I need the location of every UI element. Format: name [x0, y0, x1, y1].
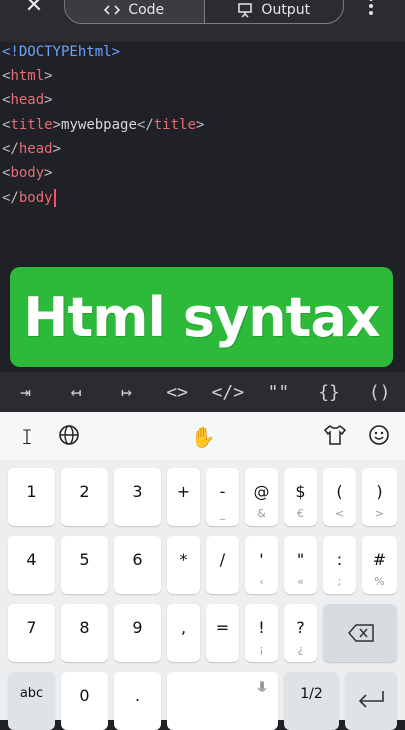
- key-0[interactable]: 0: [61, 672, 108, 730]
- soft-keyboard: ꕯ ✋ 1 2 3 + - _ @ & $ € (< ) > 4 5 6 * / ' ‹ …: [0, 412, 405, 730]
- code-line-4: <title>mywebpage</title>: [2, 117, 205, 133]
- mic-icon: [257, 681, 267, 692]
- code-line-5: </head>: [2, 141, 62, 157]
- key-colon[interactable]: :;: [323, 536, 356, 594]
- text-cursor-icon[interactable]: ꕯ: [14, 424, 40, 450]
- key-dollar[interactable]: $ €: [284, 468, 317, 526]
- code-line-6: <body>: [2, 165, 53, 181]
- emoji-icon[interactable]: [366, 424, 392, 450]
- tab-output[interactable]: Output: [205, 0, 344, 23]
- key-quote[interactable]: " «: [284, 536, 317, 594]
- key-6[interactable]: 6: [114, 536, 161, 594]
- key-question[interactable]: ? ¿: [284, 604, 317, 662]
- gesture-icon[interactable]: ✋: [190, 424, 216, 450]
- code-editor[interactable]: <!DOCTYPEhtml> <html> <head> <title>mywe…: [0, 42, 405, 267]
- symbol-bar: ⇥ ↤ ↦ <> </> "" {} (): [0, 372, 405, 412]
- key-plus[interactable]: +: [167, 468, 200, 526]
- key-slash[interactable]: /: [206, 536, 239, 594]
- more-vert-icon[interactable]: [364, 0, 378, 22]
- indent-icon[interactable]: ↦: [107, 382, 147, 403]
- key-5[interactable]: 5: [61, 536, 108, 594]
- symbol-braces[interactable]: {}: [309, 382, 349, 403]
- view-toggle: Code Output: [64, 0, 344, 24]
- key-open-paren[interactable]: (<: [323, 468, 356, 526]
- tab-code-label: Code: [128, 2, 165, 18]
- key-page-toggle[interactable]: 1/2: [284, 672, 339, 730]
- key-equals[interactable]: =: [206, 604, 239, 662]
- globe-icon[interactable]: [56, 424, 82, 450]
- key-minus[interactable]: - _: [206, 468, 239, 526]
- code-line-7: </body: [2, 186, 56, 210]
- close-icon[interactable]: ✕: [20, 0, 48, 20]
- key-3[interactable]: 3: [114, 468, 161, 526]
- key-2[interactable]: 2: [61, 468, 108, 526]
- theme-icon[interactable]: [322, 424, 348, 450]
- key-period[interactable]: .: [114, 672, 161, 730]
- presentation-icon: [238, 3, 253, 18]
- banner-text: Html syntax: [23, 285, 380, 349]
- key-8[interactable]: 8: [61, 604, 108, 662]
- title-banner: Html syntax: [10, 267, 393, 367]
- key-hash[interactable]: #%: [362, 536, 397, 594]
- key-comma[interactable]: ,: [167, 604, 200, 662]
- code-line-2: <html>: [2, 68, 53, 84]
- key-close-paren[interactable]: ) >: [362, 468, 397, 526]
- code-line-3: <head>: [2, 92, 53, 108]
- key-space[interactable]: [167, 672, 278, 730]
- key-9[interactable]: 9: [114, 604, 161, 662]
- key-7[interactable]: 7: [8, 604, 55, 662]
- key-enter[interactable]: [345, 672, 397, 730]
- tab-code[interactable]: Code: [65, 0, 205, 23]
- tab-right-icon[interactable]: ⇥: [5, 382, 45, 403]
- key-4[interactable]: 4: [8, 536, 55, 594]
- keyboard-toolbar: ꕯ ✋: [0, 412, 405, 460]
- code-icon: [104, 5, 121, 15]
- symbol-parens[interactable]: (): [360, 382, 400, 403]
- symbol-quotes[interactable]: "": [258, 382, 298, 403]
- key-asterisk[interactable]: *: [167, 536, 200, 594]
- symbol-angle-brackets[interactable]: <>: [157, 382, 197, 403]
- enter-icon: [358, 691, 384, 708]
- key-backspace[interactable]: [323, 604, 397, 662]
- key-exclamation[interactable]: ! ¡: [245, 604, 278, 662]
- text-cursor: [53, 189, 56, 207]
- code-line-1: <!DOCTYPEhtml>: [2, 44, 121, 60]
- outdent-icon[interactable]: ↤: [56, 382, 96, 403]
- key-1[interactable]: 1: [8, 468, 55, 526]
- symbol-closing-tag[interactable]: </>: [208, 382, 248, 403]
- backspace-icon: [348, 624, 374, 642]
- tab-output-label: Output: [261, 2, 311, 18]
- top-bar: ✕ Code Output: [0, 0, 405, 42]
- key-at[interactable]: @ &: [245, 468, 278, 526]
- key-abc[interactable]: abc: [8, 672, 55, 730]
- key-apostrophe[interactable]: ' ‹: [245, 536, 278, 594]
